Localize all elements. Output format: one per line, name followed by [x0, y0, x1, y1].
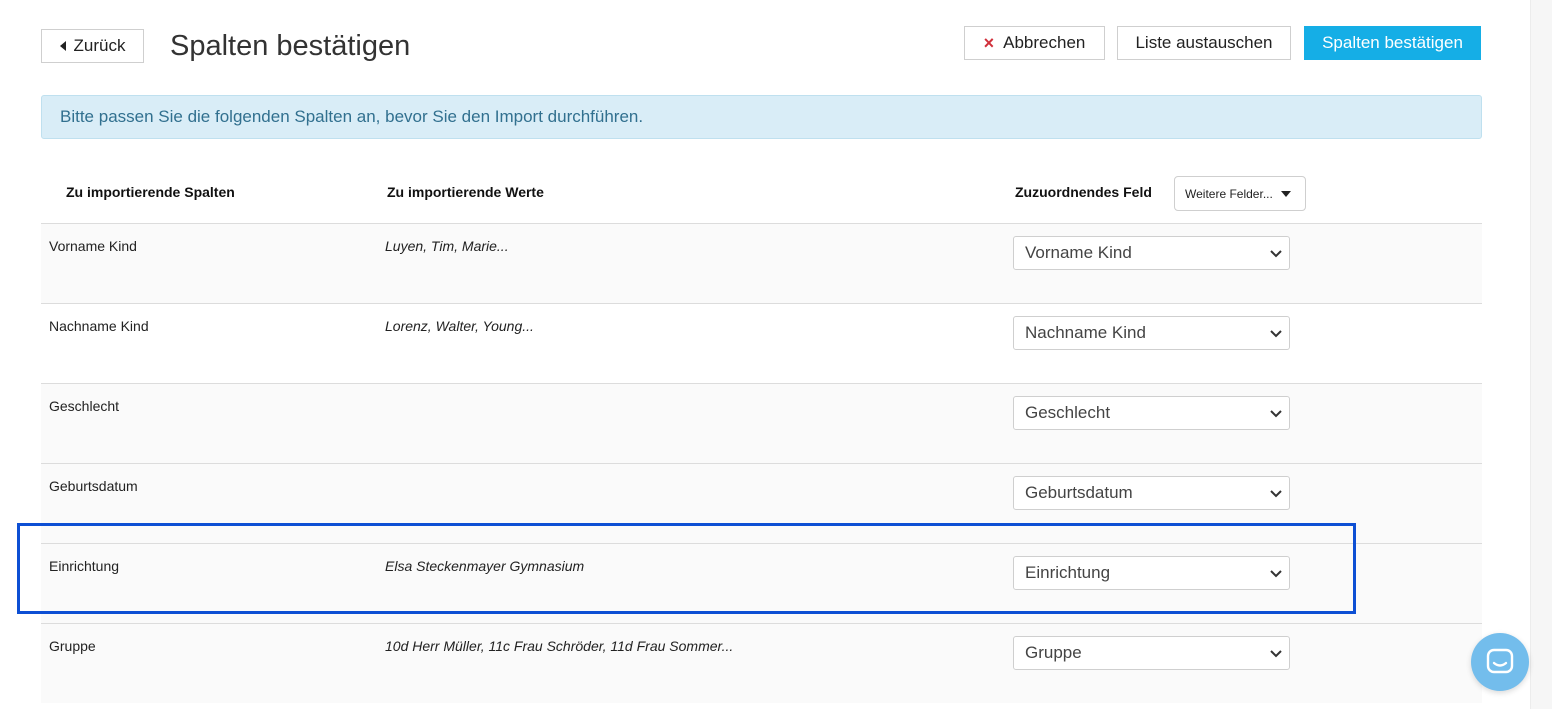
chevron-down-icon: [1270, 490, 1282, 498]
table-row: Gruppe 10d Herr Müller, 11c Frau Schröde…: [41, 623, 1482, 703]
field-select-value: Nachname Kind: [1025, 323, 1146, 342]
row-sample-values: Lorenz, Walter, Young...: [385, 318, 534, 334]
field-select-value: Einrichtung: [1025, 563, 1111, 582]
table-row: Vorname Kind Luyen, Tim, Marie... Vornam…: [41, 223, 1482, 303]
chat-launcher-button[interactable]: [1471, 633, 1529, 691]
caret-left-icon: [59, 41, 66, 51]
row-column-name: Nachname Kind: [49, 318, 149, 334]
field-select-value: Gruppe: [1025, 643, 1082, 662]
close-icon: ×: [983, 33, 995, 53]
row-sample-values: Luyen, Tim, Marie...: [385, 238, 509, 254]
chevron-down-icon: [1270, 650, 1282, 658]
row-column-name: Einrichtung: [49, 558, 120, 574]
chevron-down-icon: [1270, 250, 1282, 258]
table-row: Geschlecht Geschlecht: [41, 383, 1482, 463]
scrollbar-track[interactable]: [1530, 0, 1552, 709]
back-button[interactable]: Zurück: [41, 29, 144, 63]
row-sample-values: Elsa Steckenmayer Gymnasium: [385, 558, 585, 574]
field-select[interactable]: Gruppe: [1013, 636, 1290, 670]
more-fields-dropdown[interactable]: Weitere Felder...: [1174, 176, 1306, 211]
more-fields-label: Weitere Felder...: [1185, 186, 1273, 201]
row-column-name: Geschlecht: [49, 398, 120, 414]
replace-list-button[interactable]: Liste austauschen: [1117, 26, 1291, 60]
field-select[interactable]: Geburtsdatum: [1013, 476, 1290, 510]
chevron-down-icon: [1270, 330, 1282, 338]
field-select-value: Geburtsdatum: [1025, 483, 1133, 502]
table-row: Geburtsdatum Geburtsdatum: [41, 463, 1482, 543]
field-select-value: Vorname Kind: [1025, 243, 1132, 262]
confirm-columns-button[interactable]: Spalten bestätigen: [1304, 26, 1481, 60]
field-select[interactable]: Einrichtung: [1013, 556, 1290, 590]
column-header-import-values: Zu importierende Werte: [387, 184, 544, 200]
row-column-name: Geburtsdatum: [49, 478, 138, 494]
row-sample-values: 10d Herr Müller, 11c Frau Schröder, 11d …: [385, 638, 734, 654]
field-select[interactable]: Vorname Kind: [1013, 236, 1290, 270]
table-row: Nachname Kind Lorenz, Walter, Young... N…: [41, 303, 1482, 383]
confirm-columns-button-label: Spalten bestätigen: [1322, 33, 1463, 52]
info-alert-text: Bitte passen Sie die folgenden Spalten a…: [60, 107, 644, 126]
field-select[interactable]: Geschlecht: [1013, 396, 1290, 430]
caret-down-icon: [1280, 190, 1291, 197]
chevron-down-icon: [1270, 570, 1282, 578]
chat-icon: [1486, 648, 1514, 674]
cancel-button[interactable]: × Abbrechen: [964, 26, 1105, 60]
cancel-button-label: Abbrechen: [1003, 33, 1086, 52]
page-title: Spalten bestätigen: [170, 30, 411, 62]
mapping-table: Vorname Kind Luyen, Tim, Marie... Vornam…: [41, 223, 1482, 703]
column-header-import-columns: Zu importierende Spalten: [66, 184, 235, 200]
column-header-target-field: Zuzuordnendes Feld: [1015, 184, 1152, 200]
table-row: Einrichtung Elsa Steckenmayer Gymnasium …: [41, 543, 1482, 623]
replace-list-button-label: Liste austauschen: [1135, 33, 1273, 52]
chevron-down-icon: [1270, 410, 1282, 418]
field-select[interactable]: Nachname Kind: [1013, 316, 1290, 350]
info-alert: Bitte passen Sie die folgenden Spalten a…: [41, 95, 1482, 139]
back-button-label: Zurück: [73, 36, 126, 55]
field-select-value: Geschlecht: [1025, 403, 1111, 422]
row-column-name: Vorname Kind: [49, 238, 137, 254]
row-column-name: Gruppe: [49, 638, 96, 654]
page: Zurück Spalten bestätigen × Abbrechen Li…: [0, 0, 1552, 709]
